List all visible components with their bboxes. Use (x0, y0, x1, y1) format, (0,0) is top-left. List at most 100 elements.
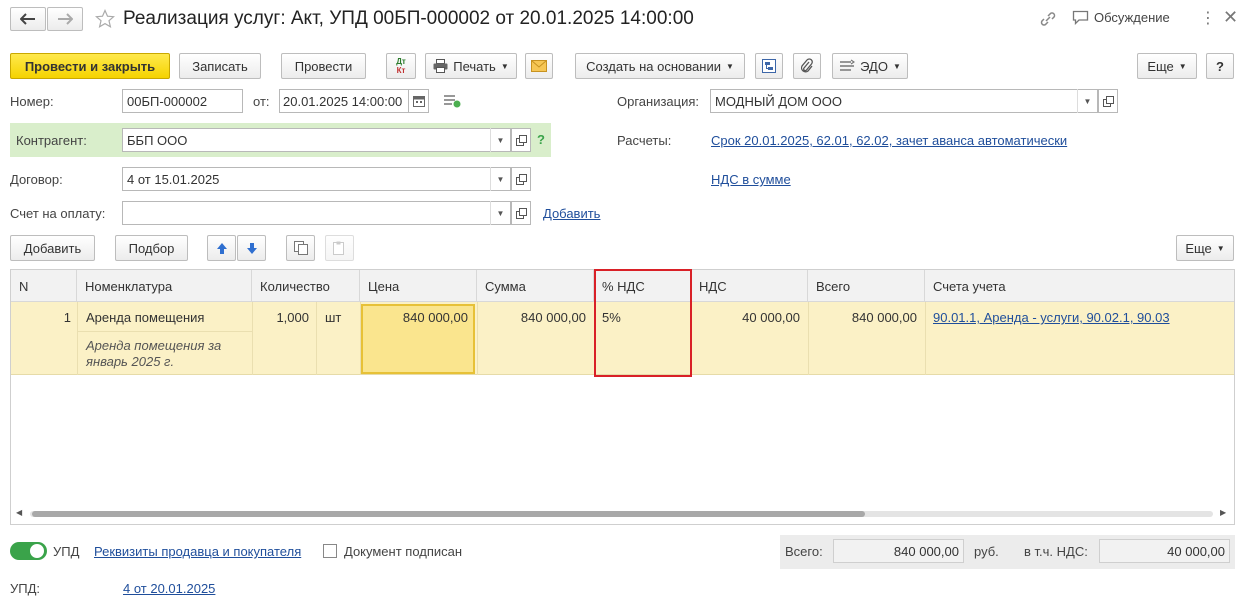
window-menu-icon[interactable]: ⋮ (1200, 8, 1216, 28)
create-based-on-button[interactable]: Создать на основании ▼ (575, 53, 745, 79)
dtkt-top: Дт (396, 57, 406, 66)
chevron-down-icon: ▼ (500, 61, 509, 71)
invoice-open-button[interactable] (511, 201, 531, 225)
vat-incl-value-text: 40 000,00 (1167, 543, 1225, 559)
col-header-nomenclature[interactable]: Номенклатура (77, 270, 252, 302)
col-header-accounts[interactable]: Счета учета (925, 270, 1234, 302)
more-button[interactable]: Еще ▼ (1137, 53, 1197, 79)
total-value: 840 000,00 (833, 539, 964, 563)
invoice-field[interactable] (122, 201, 511, 225)
col-header-total[interactable]: Всего (808, 270, 925, 302)
contract-dropdown[interactable]: ▼ (490, 167, 510, 191)
organization-value: МОДНЫЙ ДОМ ООО (715, 93, 843, 109)
help-button[interactable]: ? (1206, 53, 1234, 79)
post-and-close-button[interactable]: Провести и закрыть (10, 53, 170, 79)
row-sum[interactable]: 840 000,00 (477, 310, 586, 325)
contract-open-button[interactable] (511, 167, 531, 191)
scroll-right-icon[interactable]: ▶ (1220, 508, 1226, 517)
contractor-field[interactable]: ББП ООО (122, 128, 511, 152)
row-total[interactable]: 840 000,00 (808, 310, 917, 325)
create-based-on-label: Создать на основании (586, 58, 721, 74)
organization-field[interactable]: МОДНЫЙ ДОМ ООО (710, 89, 1098, 113)
contractor-label: Контрагент: (16, 133, 87, 148)
add-invoice-link[interactable]: Добавить (543, 206, 600, 221)
col-header-n[interactable]: N (11, 270, 77, 302)
col-header-sum[interactable]: Сумма (477, 270, 594, 302)
paste-icon (332, 241, 344, 255)
col-header-vat[interactable]: НДС (691, 270, 808, 302)
paste-button[interactable] (325, 235, 354, 261)
col-header-quantity[interactable]: Количество (252, 270, 360, 302)
discussion-button[interactable]: Обсуждение (1072, 10, 1170, 25)
table-more-button[interactable]: Еще ▼ (1176, 235, 1234, 261)
table-pick-button[interactable]: Подбор (115, 235, 188, 261)
more-label: Еще (1147, 58, 1174, 74)
row-divider-n (77, 302, 78, 375)
status-list-icon[interactable] (443, 94, 461, 108)
col-header-price[interactable]: Цена (360, 270, 477, 302)
number-label: Номер: (10, 94, 54, 109)
dtkt-bottom: Кт (396, 66, 406, 75)
settlements-link[interactable]: Срок 20.01.2025, 62.01, 62.02, зачет ава… (711, 133, 1067, 148)
chevron-down-icon: ▼ (725, 61, 734, 71)
copy-button[interactable] (286, 235, 315, 261)
organization-open-button[interactable] (1098, 89, 1118, 113)
print-button[interactable]: Печать ▼ (425, 53, 517, 79)
calendar-button[interactable] (409, 89, 429, 113)
date-field[interactable]: 20.01.2025 14:00:00 (279, 89, 409, 113)
star-icon[interactable] (95, 9, 115, 29)
upd-document-link[interactable]: 4 от 20.01.2025 (123, 581, 215, 596)
post-label: Провести (294, 58, 353, 74)
row-vat[interactable]: 40 000,00 (691, 310, 800, 325)
settlements-label: Расчеты: (617, 133, 672, 148)
printer-icon (433, 59, 448, 73)
move-up-button[interactable] (207, 235, 236, 261)
signed-checkbox[interactable] (323, 544, 337, 558)
dtkt-button[interactable]: Дт Кт (386, 53, 416, 79)
col-accounts-label: Счета учета (933, 278, 1006, 294)
contract-field[interactable]: 4 от 15.01.2025 (122, 167, 511, 191)
contractor-help-icon[interactable]: ? (537, 132, 545, 147)
attach-button[interactable] (793, 53, 821, 79)
arrow-left-icon (20, 13, 35, 25)
link-icon[interactable] (1039, 11, 1057, 27)
organization-dropdown[interactable]: ▼ (1077, 89, 1097, 113)
upd-toggle[interactable] (10, 542, 47, 560)
vat-in-amount-link[interactable]: НДС в сумме (711, 172, 791, 187)
row-divider-accounts (925, 302, 926, 375)
save-button[interactable]: Записать (179, 53, 261, 79)
row-item[interactable]: Аренда помещения (86, 310, 204, 325)
edo-button[interactable]: ЭДО ▼ (832, 53, 908, 79)
page-title: Реализация услуг: Акт, УПД 00БП-000002 о… (123, 8, 694, 29)
upd-label: УПД: (10, 581, 41, 596)
number-field[interactable]: 00БП-000002 (122, 89, 243, 113)
arrow-down-icon (246, 242, 257, 254)
item-divider (78, 331, 252, 332)
back-button[interactable] (10, 7, 46, 31)
row-quantity[interactable]: 1,000 (252, 310, 309, 325)
col-price-label: Цена (368, 278, 400, 294)
row-price[interactable]: 840 000,00 (361, 310, 468, 325)
forward-button[interactable] (47, 7, 83, 31)
post-button[interactable]: Провести (281, 53, 366, 79)
move-down-button[interactable] (237, 235, 266, 261)
contractor-dropdown[interactable]: ▼ (490, 128, 510, 152)
open-icon (515, 173, 527, 185)
requisites-link[interactable]: Реквизиты продавца и покупателя (94, 544, 301, 559)
row-unit[interactable]: шт (325, 310, 341, 325)
edo-label: ЭДО (860, 58, 888, 74)
table-more-label: Еще (1185, 240, 1212, 256)
upd-toggle-knob (29, 543, 45, 559)
row-accounts-link[interactable]: 90.01.1, Аренда - услуги, 90.02.1, 90.03 (933, 310, 1170, 325)
table-add-button[interactable]: Добавить (10, 235, 95, 261)
date-from-label: от: (253, 94, 270, 109)
email-button[interactable] (525, 53, 553, 79)
invoice-dropdown[interactable]: ▼ (490, 201, 510, 225)
horizontal-scrollbar-thumb[interactable] (32, 511, 865, 517)
close-icon[interactable]: ✕ (1223, 7, 1238, 28)
vat-incl-value: 40 000,00 (1099, 539, 1230, 563)
contractor-open-button[interactable] (511, 128, 531, 152)
edo-icon (840, 59, 856, 71)
scroll-left-icon[interactable]: ◀ (16, 508, 22, 517)
structure-button[interactable] (755, 53, 783, 79)
